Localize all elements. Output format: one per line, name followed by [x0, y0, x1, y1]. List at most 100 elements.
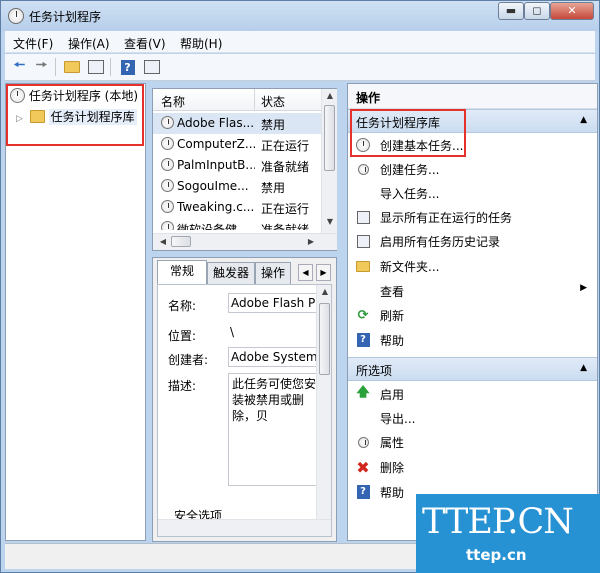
action-import-task[interactable]: 导入任务...	[352, 181, 595, 205]
horizontal-scrollbar[interactable]	[158, 519, 331, 536]
task-name: Adobe Flas...	[177, 116, 255, 130]
action-label: 启用所有任务历史记录	[380, 235, 501, 249]
author-field[interactable]: Adobe Systems	[228, 347, 322, 367]
menu-bar: 文件(F) 操作(A) 查看(V) 帮助(H)	[5, 31, 595, 53]
clock-icon	[161, 179, 174, 192]
tab-scroll-right-icon[interactable]: ▶	[316, 264, 331, 281]
tab-triggers[interactable]: 触发器	[207, 262, 255, 284]
menu-view[interactable]: 查看(V)	[124, 35, 166, 52]
minimize-button[interactable]: ▬	[498, 2, 524, 20]
tab-general[interactable]: 常规	[157, 260, 207, 284]
table-row[interactable]: PalmInputB... 准备就绪	[153, 155, 321, 176]
back-arrow-icon[interactable]: 🠔	[9, 57, 30, 77]
column-header-status[interactable]: 状态	[261, 93, 285, 110]
submenu-arrow-icon: ▶	[580, 283, 587, 293]
action-show-running[interactable]: 显示所有正在运行的任务	[352, 205, 595, 229]
watermark: TTEP.CN ttep.cn	[416, 494, 600, 573]
menu-action[interactable]: 操作(A)	[68, 35, 110, 52]
action-label: 显示所有正在运行的任务	[380, 211, 513, 225]
scroll-right-icon[interactable]: ▶	[303, 237, 319, 246]
location-value: \	[228, 323, 322, 343]
vertical-scrollbar[interactable]: ▲	[316, 285, 331, 519]
action-enable-history[interactable]: 启用所有任务历史记录	[352, 229, 595, 253]
tab-actions[interactable]: 操作	[255, 262, 291, 284]
clock-icon	[355, 137, 371, 153]
show-hide-tree-icon[interactable]	[85, 57, 106, 77]
action-export[interactable]: 导出...	[352, 406, 595, 430]
toolbar-divider	[55, 58, 56, 76]
maximize-button[interactable]: ◻	[524, 2, 550, 20]
action-label: 属性	[380, 436, 405, 450]
close-button[interactable]: ✕	[550, 2, 594, 20]
table-row[interactable]: 微软设备健... 准备就绪	[153, 218, 321, 230]
action-refresh[interactable]: ⟳ 刷新	[352, 303, 595, 327]
list-icon	[355, 209, 371, 225]
table-row[interactable]: SogouIme... 禁用	[153, 176, 321, 197]
task-scheduler-window: 任务计划程序 ▬ ◻ ✕ 文件(F) 操作(A) 查看(V) 帮助(H) 🠔 🠖…	[0, 0, 600, 573]
scroll-thumb[interactable]	[319, 303, 330, 375]
clock-icon	[161, 137, 174, 150]
scroll-up-icon[interactable]: ▲	[322, 91, 338, 100]
action-label: 新文件夹...	[380, 260, 440, 274]
properties-icon	[355, 434, 371, 450]
task-status: 准备就绪	[261, 160, 310, 174]
collapse-arrow-icon[interactable]: ▲	[580, 115, 587, 125]
name-field[interactable]: Adobe Flash Pla	[228, 293, 322, 313]
task-status: 正在运行	[261, 202, 310, 216]
task-name: 微软设备健...	[177, 223, 249, 230]
forward-arrow-icon[interactable]: 🠖	[31, 57, 52, 77]
action-help[interactable]: ? 帮助	[352, 328, 595, 352]
window-title: 任务计划程序	[29, 10, 102, 24]
scroll-down-icon[interactable]: ▼	[322, 217, 338, 226]
action-create-task[interactable]: 创建任务...	[352, 157, 595, 181]
clock-icon	[8, 8, 24, 24]
menu-help[interactable]: 帮助(H)	[180, 35, 222, 52]
description-label: 描述:	[168, 379, 197, 393]
collapse-arrow-icon[interactable]: ▲	[580, 363, 587, 373]
scroll-left-icon[interactable]: ◀	[155, 237, 171, 246]
help-icon: ?	[355, 332, 371, 348]
toolbar: 🠔 🠖 ?	[5, 54, 595, 81]
show-action-pane-icon[interactable]	[141, 57, 162, 77]
horizontal-scrollbar[interactable]: ◀ ▶	[153, 233, 337, 250]
details-pane: 常规 触发器 操作 ◀ ▶ 名称: Adobe Flash Pla 位置: \ …	[152, 257, 337, 542]
description-field[interactable]: 此任务可使您安装被禁用或删除，贝	[228, 373, 322, 486]
table-row[interactable]: ComputerZ... 正在运行	[153, 134, 321, 155]
delete-icon: ✖	[356, 457, 370, 477]
scroll-thumb[interactable]	[324, 105, 335, 171]
task-icon	[355, 161, 371, 177]
task-status: 准备就绪	[261, 223, 310, 230]
task-list: 名称 状态 Adobe Flas... 禁用 ComputerZ... 正在运行…	[152, 88, 337, 251]
action-create-basic-task[interactable]: 创建基本任务...	[352, 133, 595, 157]
menu-file[interactable]: 文件(F)	[13, 35, 53, 52]
vertical-scrollbar[interactable]: ▲ ▼	[321, 89, 337, 233]
highlight-box-tree	[6, 84, 144, 146]
action-properties[interactable]: 属性	[352, 430, 595, 454]
section-header-selected[interactable]: 所选项 ▲	[348, 357, 597, 381]
title-bar[interactable]: 任务计划程序 ▬ ◻ ✕	[1, 1, 599, 31]
action-delete[interactable]: ✖ 删除	[352, 455, 595, 479]
help-icon[interactable]: ?	[117, 57, 138, 77]
table-row[interactable]: Adobe Flas... 禁用	[153, 113, 321, 134]
task-name: PalmInputB...	[177, 158, 255, 172]
author-label: 创建者:	[168, 353, 209, 367]
up-folder-icon[interactable]	[61, 57, 82, 77]
clock-icon	[161, 116, 174, 129]
action-new-folder[interactable]: 新文件夹...	[352, 254, 595, 278]
action-view[interactable]: 查看 ▶	[352, 279, 595, 303]
column-header-name[interactable]: 名称	[161, 93, 185, 110]
clock-icon	[161, 158, 174, 171]
action-label: 删除	[380, 461, 405, 475]
task-name: SogouIme...	[177, 179, 249, 193]
action-label: 刷新	[380, 309, 405, 323]
scroll-thumb[interactable]	[171, 236, 191, 247]
section-header-label: 所选项	[356, 364, 393, 378]
action-label: 启用	[380, 388, 405, 402]
help-icon: ?	[355, 484, 371, 500]
scroll-up-icon[interactable]: ▲	[317, 287, 331, 296]
table-row[interactable]: Tweaking.c... 正在运行	[153, 197, 321, 218]
tab-scroll-left-icon[interactable]: ◀	[298, 264, 313, 281]
history-icon	[355, 233, 371, 249]
action-run[interactable]: 🡅 启用	[352, 382, 595, 406]
task-status: 正在运行	[261, 139, 310, 153]
